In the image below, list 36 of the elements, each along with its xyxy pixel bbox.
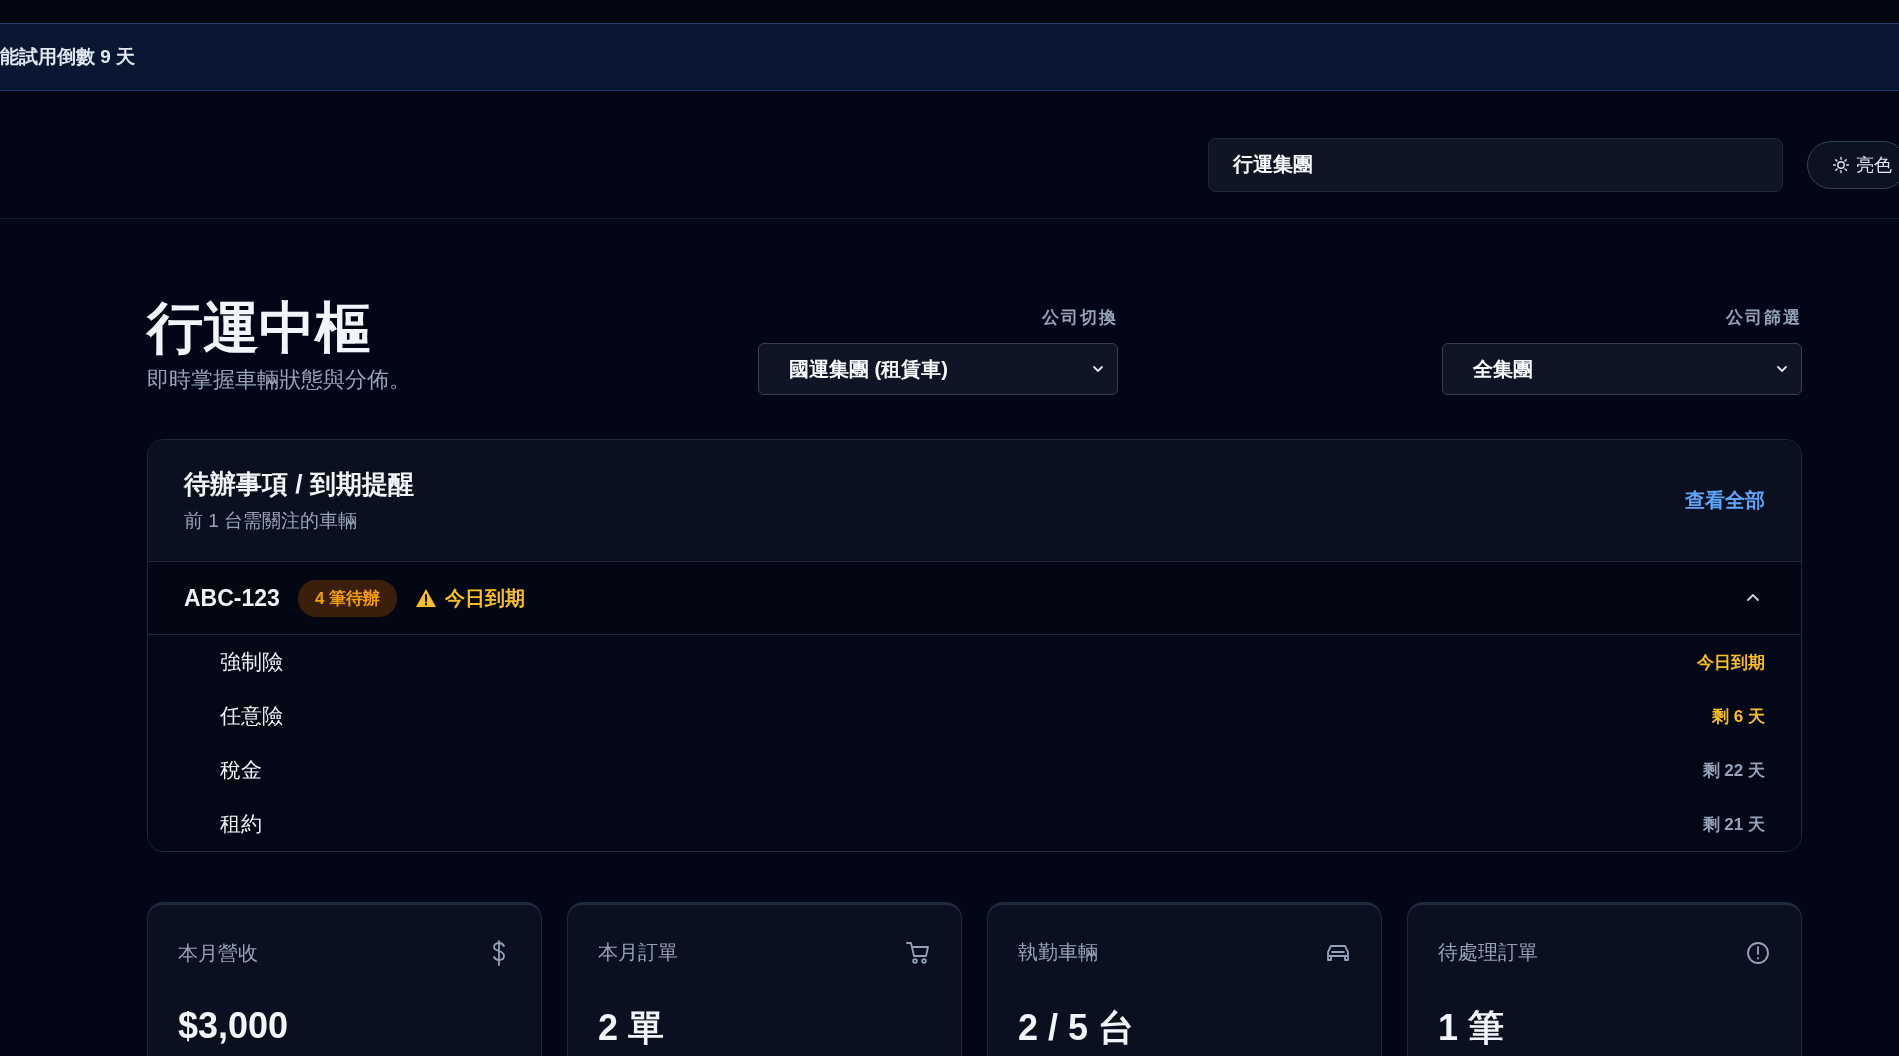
stat-value: 2 單 (598, 1006, 666, 1050)
page-subtitle: 即時掌握車輛狀態與分佈。 (147, 366, 412, 394)
filter-label: 公司切換 (1042, 307, 1118, 329)
reminder-name: 稅金 (220, 757, 262, 783)
reminder-name: 任意險 (220, 703, 283, 729)
trial-countdown-text: 能試用倒數 9 天 (0, 45, 136, 69)
theme-toggle-button[interactable]: 亮色 (1807, 140, 1899, 189)
card-title: 待辦事項 / 到期提醒 (184, 468, 414, 501)
due-status: 剩 22 天 (1702, 759, 1765, 782)
stat-label: 本月訂單 (598, 940, 678, 965)
stat-value: 2 / 5 台 (1018, 1006, 1136, 1050)
reminder-name: 租約 (220, 811, 262, 837)
filter-label: 公司篩選 (1726, 307, 1802, 329)
stat-value: $3,000 (178, 1005, 290, 1047)
stat-label: 執勤車輛 (1018, 940, 1098, 965)
page-title: 行運中樞 (147, 297, 372, 359)
pending-count-badge: 4 筆待辦 (297, 579, 398, 617)
vehicle-row[interactable]: ABC-123 4 筆待辦 今日到期 (148, 562, 1801, 635)
stat-label: 待處理訂單 (1438, 940, 1538, 965)
company-dropdown[interactable]: 國運集團 (租賃車) (758, 343, 1118, 395)
sun-icon (1832, 155, 1850, 174)
vehicle-plate: ABC-123 (184, 584, 280, 612)
reminder-name: 強制險 (220, 649, 283, 675)
stat-label: 本月營收 (178, 940, 258, 966)
cart-icon (905, 939, 931, 966)
due-status: 剩 21 天 (1702, 813, 1765, 836)
alert-circle-icon (1745, 939, 1771, 966)
stat-value: 1 筆 (1438, 1006, 1506, 1050)
due-status: 剩 6 天 (1712, 705, 1765, 728)
view-all-link[interactable]: 查看全部 (1685, 487, 1765, 514)
due-alert-text: 今日到期 (445, 585, 526, 611)
organization-field[interactable]: 行運集團 (1208, 137, 1783, 192)
card-subtitle: 前 1 台需關注的車輛 (184, 509, 359, 533)
due-status: 今日到期 (1697, 651, 1765, 674)
company-dropdown[interactable]: 全集團 (1442, 343, 1802, 395)
warning-icon (415, 588, 438, 608)
